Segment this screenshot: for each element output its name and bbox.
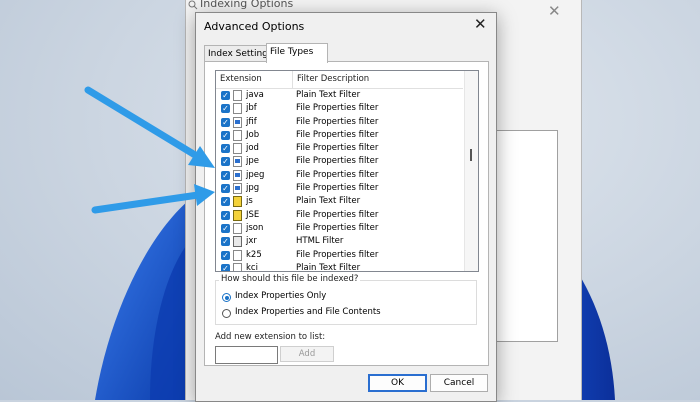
row-checkbox[interactable]: ✓ (221, 157, 230, 167)
row-checkbox[interactable]: ✓ (221, 263, 230, 271)
row-filter-description: Plain Text Filter (296, 262, 361, 272)
row-checkbox[interactable]: ✓ (221, 210, 230, 220)
row-checkbox[interactable]: ✓ (221, 223, 230, 233)
table-row[interactable]: ✓ jxr HTML Filter (216, 235, 463, 248)
row-filter-description: File Properties filter (296, 143, 379, 154)
html-file-icon (233, 236, 242, 248)
row-checkbox[interactable]: ✓ (221, 184, 230, 194)
file-icon (233, 249, 242, 261)
image-file-icon (233, 183, 242, 195)
file-icon (233, 222, 242, 234)
table-row[interactable]: ✓ jpe File Properties filter (216, 155, 463, 168)
table-row[interactable]: ✓ kci Plain Text Filter (216, 262, 463, 272)
row-filter-description: File Properties filter (296, 129, 379, 140)
row-checkbox[interactable]: ✓ (221, 91, 230, 100)
row-extension: k25 (246, 249, 262, 260)
row-filter-description: Plain Text Filter (296, 196, 361, 207)
radio-label-index-properties-only[interactable]: Index Properties Only (235, 291, 326, 301)
file-icon (233, 143, 242, 155)
column-header-filter-description[interactable]: Filter Description (293, 71, 462, 88)
row-filter-description: Plain Text Filter (296, 90, 361, 100)
row-checkbox[interactable]: ✓ (221, 250, 230, 260)
radio-label-index-properties-and-contents[interactable]: Index Properties and File Contents (235, 307, 381, 317)
row-filter-description: File Properties filter (296, 209, 379, 220)
file-icon (233, 103, 242, 115)
row-filter-description: File Properties filter (296, 169, 379, 180)
image-file-icon (233, 116, 242, 128)
index-method-group: Index Properties Only Index Properties a… (215, 280, 477, 325)
image-file-icon (233, 169, 242, 181)
tab-file-types[interactable]: File Types (266, 43, 328, 63)
row-filter-description: File Properties filter (296, 249, 379, 260)
indexing-options-icon (188, 0, 198, 10)
row-filter-description: File Properties filter (296, 183, 379, 194)
indexing-options-title: Indexing Options (200, 0, 294, 10)
column-header-extension[interactable]: Extension (216, 71, 293, 88)
table-row[interactable]: ✓ json File Properties filter (216, 222, 463, 235)
file-icon (233, 129, 242, 141)
table-row[interactable]: ✓ jod File Properties filter (216, 142, 463, 155)
row-extension: jbf (246, 103, 257, 114)
file-icon (233, 90, 242, 101)
script-file-icon (233, 209, 242, 221)
add-extension-label: Add new extension to list: (215, 332, 326, 342)
row-extension: java (246, 90, 264, 100)
table-row[interactable]: ✓ js Plain Text Filter (216, 195, 463, 208)
row-extension: json (246, 222, 264, 233)
row-extension: jpe (246, 156, 259, 167)
table-row[interactable]: ✓ jpg File Properties filter (216, 182, 463, 195)
table-row[interactable]: ✓ jfif File Properties filter (216, 116, 463, 129)
table-row[interactable]: ✓ JSE File Properties filter (216, 209, 463, 222)
row-filter-description: File Properties filter (296, 156, 379, 167)
dialog-title: Advanced Options (204, 20, 305, 33)
row-filter-description: File Properties filter (296, 103, 379, 114)
row-extension: js (246, 196, 253, 207)
table-row[interactable]: ✓ java Plain Text Filter (216, 89, 463, 102)
index-method-group-label: How should this file be indexed? (219, 274, 361, 284)
row-checkbox[interactable]: ✓ (221, 117, 230, 127)
dialog-close-button[interactable]: ✕ (474, 17, 487, 32)
row-checkbox[interactable]: ✓ (221, 104, 230, 114)
ok-button[interactable]: OK (368, 374, 427, 392)
table-row[interactable]: ✓ Job File Properties filter (216, 129, 463, 142)
add-extension-button[interactable]: Add (280, 346, 334, 362)
row-extension: jod (246, 143, 259, 154)
row-checkbox[interactable]: ✓ (221, 197, 230, 207)
row-filter-description: File Properties filter (296, 116, 379, 127)
row-extension: jpeg (246, 169, 265, 180)
row-checkbox[interactable]: ✓ (221, 144, 230, 154)
script-file-icon (233, 196, 242, 208)
row-checkbox[interactable]: ✓ (221, 237, 230, 247)
file-types-list[interactable]: Extension Filter Description ✓ java Plain … (215, 70, 479, 272)
radio-index-properties-only[interactable] (222, 293, 231, 302)
table-row[interactable]: ✓ jbf File Properties filter (216, 102, 463, 115)
row-extension: kci (246, 262, 258, 272)
row-extension: jfif (246, 116, 257, 127)
list-rows: ✓ java Plain Text Filter ✓ jbf File Propertie… (216, 89, 463, 272)
table-row[interactable]: ✓ jpeg File Properties filter (216, 169, 463, 182)
cancel-button[interactable]: Cancel (430, 374, 488, 392)
row-extension: jxr (246, 236, 257, 247)
row-filter-description: File Properties filter (296, 222, 379, 233)
image-file-icon (233, 156, 242, 168)
table-row[interactable]: ✓ k25 File Properties filter (216, 249, 463, 262)
row-extension: JSE (246, 209, 260, 220)
advanced-options-dialog: Advanced Options ✕ Index Settings File T… (195, 12, 497, 402)
row-extension: Job (246, 129, 260, 140)
scrollbar-thumb[interactable] (470, 149, 472, 161)
row-checkbox[interactable]: ✓ (221, 130, 230, 140)
indexing-options-close-button[interactable]: ✕ (548, 4, 561, 19)
row-extension: jpg (246, 183, 260, 194)
row-checkbox[interactable]: ✓ (221, 170, 230, 180)
list-scrollbar[interactable] (464, 71, 478, 271)
file-icon (233, 262, 242, 271)
radio-index-properties-and-contents[interactable] (222, 309, 231, 318)
row-filter-description: HTML Filter (296, 236, 344, 247)
file-types-panel: Extension Filter Description ✓ java Plain … (204, 61, 489, 366)
add-extension-input[interactable] (215, 346, 278, 364)
list-header: Extension Filter Description (216, 71, 463, 89)
